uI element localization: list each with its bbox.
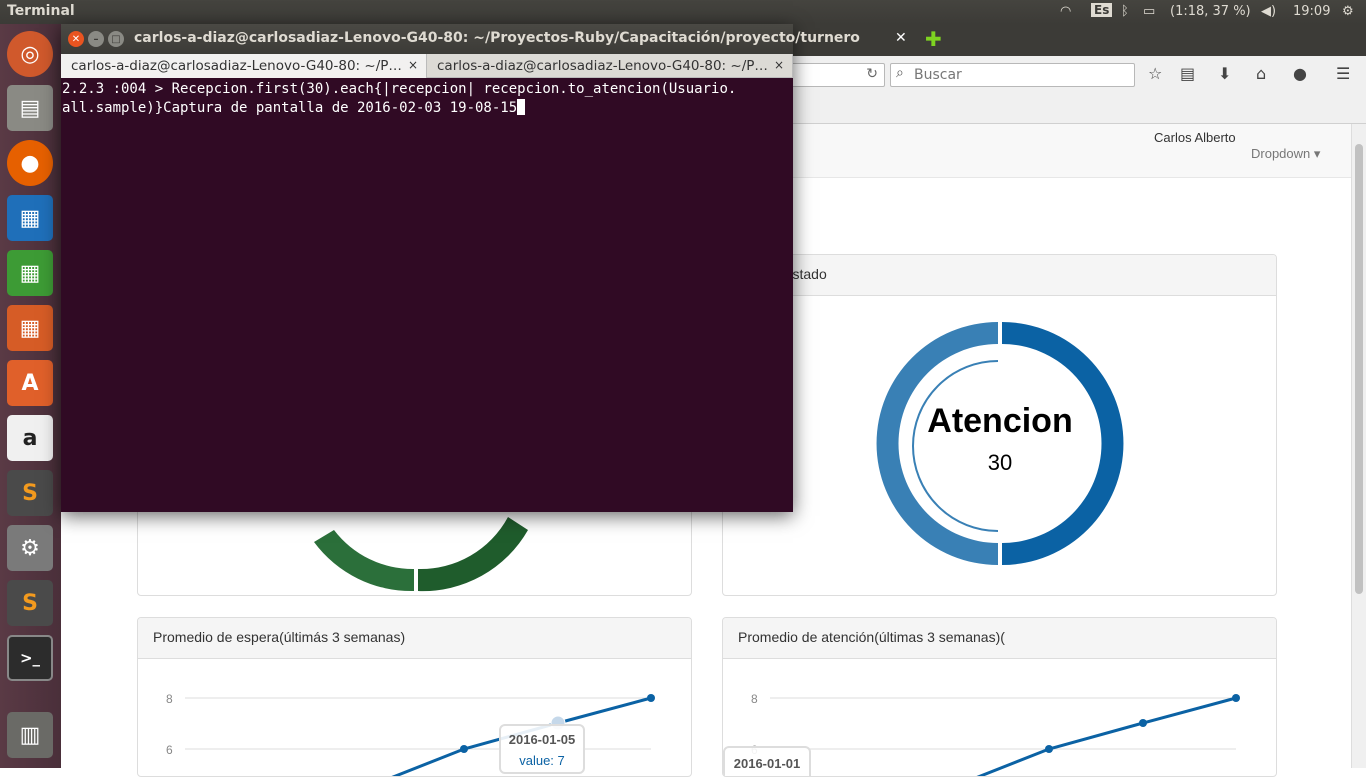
user-name: Carlos Alberto — [1154, 130, 1236, 145]
line-chart-espera: 8 6 — [166, 692, 655, 776]
bookmark-star-icon[interactable]: ☆ — [1148, 64, 1162, 83]
terminal-line-2: all.sample)}Captura de pantalla de 2016-… — [62, 100, 518, 116]
chart-tooltip: 2016-01-05 value: 7 — [499, 724, 585, 774]
ytick-8: 8 — [751, 692, 758, 706]
terminal-icon[interactable]: >_ — [7, 635, 53, 681]
minimize-icon[interactable]: – — [88, 31, 104, 47]
caret-down-icon: ▾ — [1313, 146, 1321, 161]
tooltip-date-atencion: 2016-01-01 — [733, 756, 801, 771]
battery-icon[interactable]: ▭ — [1143, 4, 1155, 19]
close-tab-icon[interactable]: ✕ — [895, 30, 907, 46]
scrollbar-thumb[interactable] — [1355, 144, 1363, 594]
panel-estado-title: ión por estado — [723, 255, 1276, 296]
battery-status[interactable]: (1:18, 37 %) — [1170, 4, 1251, 19]
tooltip-value: value: 7 — [519, 753, 565, 768]
close-tab-icon[interactable]: × — [408, 58, 418, 72]
terminal-tab-2[interactable]: carlos-a-diaz@carlosadiaz-Lenovo-G40-80:… — [427, 54, 793, 78]
donut-left-slice-1 — [314, 530, 414, 592]
panel-estado: ión por estado Atencion 30 — [722, 254, 1277, 596]
launcher: ◎ ▤ ● ▦ ▦ ▦ A a S ⚙ S >_ ▥ — [0, 24, 61, 768]
atencion-series-line — [976, 696, 1237, 776]
files-icon[interactable]: ▤ — [7, 85, 53, 131]
active-app-title: Terminal — [7, 3, 75, 19]
reload-icon[interactable]: ↻ — [866, 66, 878, 82]
new-tab-icon[interactable]: ✚ — [925, 27, 942, 51]
software-center-icon[interactable]: A — [7, 360, 53, 406]
dropdown-label: Dropdown — [1251, 146, 1311, 161]
chart-tooltip-atencion: 2016-01-01 — [723, 746, 811, 776]
home-icon[interactable]: ⌂ — [1256, 64, 1266, 83]
page-scrollbar[interactable] — [1351, 124, 1366, 768]
calc-icon[interactable]: ▦ — [7, 250, 53, 296]
atencion-point-3 — [1139, 719, 1147, 727]
terminal-line-1: 2.2.3 :004 > Recepcion.first(30).each{|r… — [62, 81, 737, 97]
donut-center-label: Atencion — [927, 402, 1073, 440]
terminal-window: ✕ – □ carlos-a-diaz@carlosadiaz-Lenovo-G… — [61, 24, 860, 512]
tooltip-date: 2016-01-05 — [508, 732, 576, 747]
espera-point-2 — [460, 745, 468, 753]
dropdown-toggle[interactable]: Dropdown ▾ — [1251, 146, 1320, 162]
donut-left-slice-2 — [418, 517, 528, 592]
maximize-icon[interactable]: □ — [108, 31, 124, 47]
panel-espera: Promedio de espera(últimás 3 semanas) 8 … — [137, 617, 692, 777]
volume-icon[interactable]: ◀) — [1261, 4, 1276, 19]
close-tab-icon[interactable]: × — [774, 58, 784, 72]
donut-slice-atencion — [1002, 322, 1124, 565]
atencion-point-4 — [1232, 694, 1240, 702]
panel-espera-title: Promedio de espera(últimás 3 semanas) — [138, 618, 691, 659]
settings-icon[interactable]: ⚙ — [7, 525, 53, 571]
terminal-tab-2-label: carlos-a-diaz@carlosadiaz-Lenovo-G40-80:… — [437, 58, 768, 74]
search-icon: ⌕ — [896, 65, 904, 81]
firefox-icon[interactable]: ● — [7, 140, 53, 186]
terminal-cursor — [517, 99, 526, 115]
menu-icon[interactable]: ☰ — [1336, 64, 1350, 83]
top-panel: Terminal ◠ Es ᛒ ▭ (1:18, 37 %) ◀) 19:09 … — [0, 0, 1366, 24]
terminal-tab-1-label: carlos-a-diaz@carlosadiaz-Lenovo-G40-80:… — [71, 58, 402, 74]
clock[interactable]: 19:09 — [1293, 4, 1330, 19]
donut-center-value: 30 — [987, 450, 1013, 475]
terminal-tab-1[interactable]: carlos-a-diaz@carlosadiaz-Lenovo-G40-80:… — [61, 54, 427, 78]
bluetooth-icon[interactable]: ᛒ — [1121, 4, 1129, 19]
ytick-8: 8 — [166, 692, 173, 706]
writer-icon[interactable]: ▦ — [7, 195, 53, 241]
wifi-icon[interactable]: ◠ — [1060, 4, 1071, 19]
gear-icon[interactable]: ⚙ — [1342, 4, 1354, 19]
ubuntu-dash-icon[interactable]: ◎ — [7, 31, 53, 77]
terminal-output[interactable]: 2.2.3 :004 > Recepcion.first(30).each{|r… — [61, 78, 793, 120]
espera-point-4 — [647, 694, 655, 702]
close-icon[interactable]: ✕ — [68, 31, 84, 47]
donut-inner-ring — [912, 360, 999, 532]
download-icon[interactable]: ⬇ — [1218, 64, 1231, 83]
search-input[interactable]: ⌕ Buscar — [890, 63, 1135, 87]
panel-atencion: Promedio de atención(últimas 3 semanas)(… — [722, 617, 1277, 777]
chat-icon[interactable]: ● — [1293, 64, 1307, 83]
reading-list-icon[interactable]: ▤ — [1180, 64, 1195, 83]
sublime-icon-2[interactable]: S — [7, 580, 53, 626]
terminal-tabs: carlos-a-diaz@carlosadiaz-Lenovo-G40-80:… — [61, 54, 793, 78]
amazon-icon[interactable]: a — [7, 415, 53, 461]
keyboard-layout[interactable]: Es — [1091, 3, 1113, 17]
trash-icon[interactable]: ▥ — [7, 712, 53, 758]
donut-chart-estado — [876, 322, 1124, 565]
sublime-icon[interactable]: S — [7, 470, 53, 516]
terminal-titlebar[interactable]: ✕ – □ carlos-a-diaz@carlosadiaz-Lenovo-G… — [61, 24, 860, 54]
atencion-point-2 — [1045, 745, 1053, 753]
impress-icon[interactable]: ▦ — [7, 305, 53, 351]
panel-atencion-title: Promedio de atención(últimas 3 semanas)( — [723, 618, 1276, 659]
ytick-6: 6 — [166, 743, 173, 757]
search-placeholder: Buscar — [914, 67, 962, 83]
terminal-title: carlos-a-diaz@carlosadiaz-Lenovo-G40-80:… — [134, 30, 860, 46]
